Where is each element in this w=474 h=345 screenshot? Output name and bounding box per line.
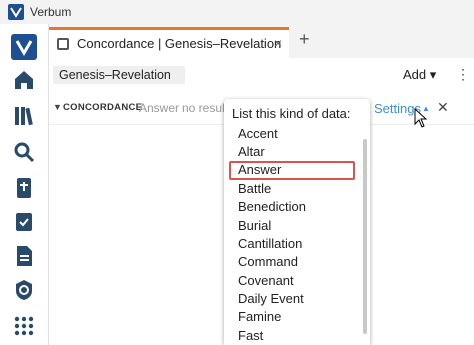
- selected-item-highlight: [229, 161, 355, 180]
- search-icon[interactable]: [12, 140, 36, 164]
- results-note: no result: [182, 101, 229, 115]
- close-tab-icon[interactable]: ×: [274, 35, 282, 51]
- range-selector[interactable]: Genesis–Revelation: [53, 66, 185, 84]
- checklist-icon[interactable]: [12, 210, 36, 234]
- dropdown-item[interactable]: Command: [238, 254, 298, 272]
- verbum-logo-icon: [8, 4, 24, 20]
- dropdown-item[interactable]: Burial: [238, 218, 271, 236]
- document-icon[interactable]: [12, 244, 36, 268]
- dropdown-item[interactable]: Cantillation: [238, 236, 302, 254]
- badge-icon[interactable]: [12, 278, 36, 302]
- dropdown-item[interactable]: Benediction: [238, 199, 306, 217]
- bible-icon[interactable]: [12, 176, 36, 200]
- collapse-caret-icon[interactable]: ▼: [53, 102, 62, 112]
- range-text: Genesis–Revelation: [59, 68, 171, 82]
- dropdown-item[interactable]: Accent: [238, 126, 278, 144]
- add-button[interactable]: Add ▾: [403, 67, 436, 83]
- more-options-icon[interactable]: ⋮: [456, 67, 470, 81]
- dropdown-title: List this kind of data:: [232, 106, 351, 121]
- tab-concordance[interactable]: Concordance | Genesis–Revelation ×: [49, 27, 289, 58]
- mouse-cursor-icon: [414, 108, 428, 128]
- dropdown-item[interactable]: Daily Event: [238, 291, 304, 309]
- tab-label: Concordance | Genesis–Revelation: [77, 36, 282, 51]
- tab-strip: Concordance | Genesis–Revelation × +: [49, 24, 474, 58]
- dropdown-item[interactable]: Altar: [238, 144, 265, 162]
- dropdown-item[interactable]: Famine: [238, 309, 281, 327]
- close-section-icon[interactable]: ✕: [437, 99, 449, 116]
- library-icon[interactable]: [12, 104, 36, 128]
- sidebar: [0, 24, 49, 345]
- dropdown-item[interactable]: Covenant: [238, 273, 294, 291]
- window-titlebar: Verbum: [0, 0, 474, 24]
- panel-toolbar: Genesis–Revelation Add ▾ ⋮: [49, 58, 474, 93]
- add-tab-button[interactable]: +: [299, 30, 310, 48]
- concordance-icon: [57, 38, 69, 50]
- data-type-dropdown: List this kind of data: Accent Altar Ans…: [224, 99, 370, 345]
- section-label: CONCORDANCE: [63, 102, 143, 113]
- dropdown-item[interactable]: Fast: [238, 328, 263, 345]
- dropdown-scrollbar[interactable]: [363, 139, 367, 334]
- dropdown-item[interactable]: Battle: [238, 181, 271, 199]
- verbum-logo-icon[interactable]: [11, 34, 37, 60]
- app-title: Verbum: [30, 5, 72, 19]
- home-icon[interactable]: [12, 68, 36, 92]
- data-type-value: Answer: [139, 101, 180, 115]
- apps-grid-icon[interactable]: [12, 314, 36, 338]
